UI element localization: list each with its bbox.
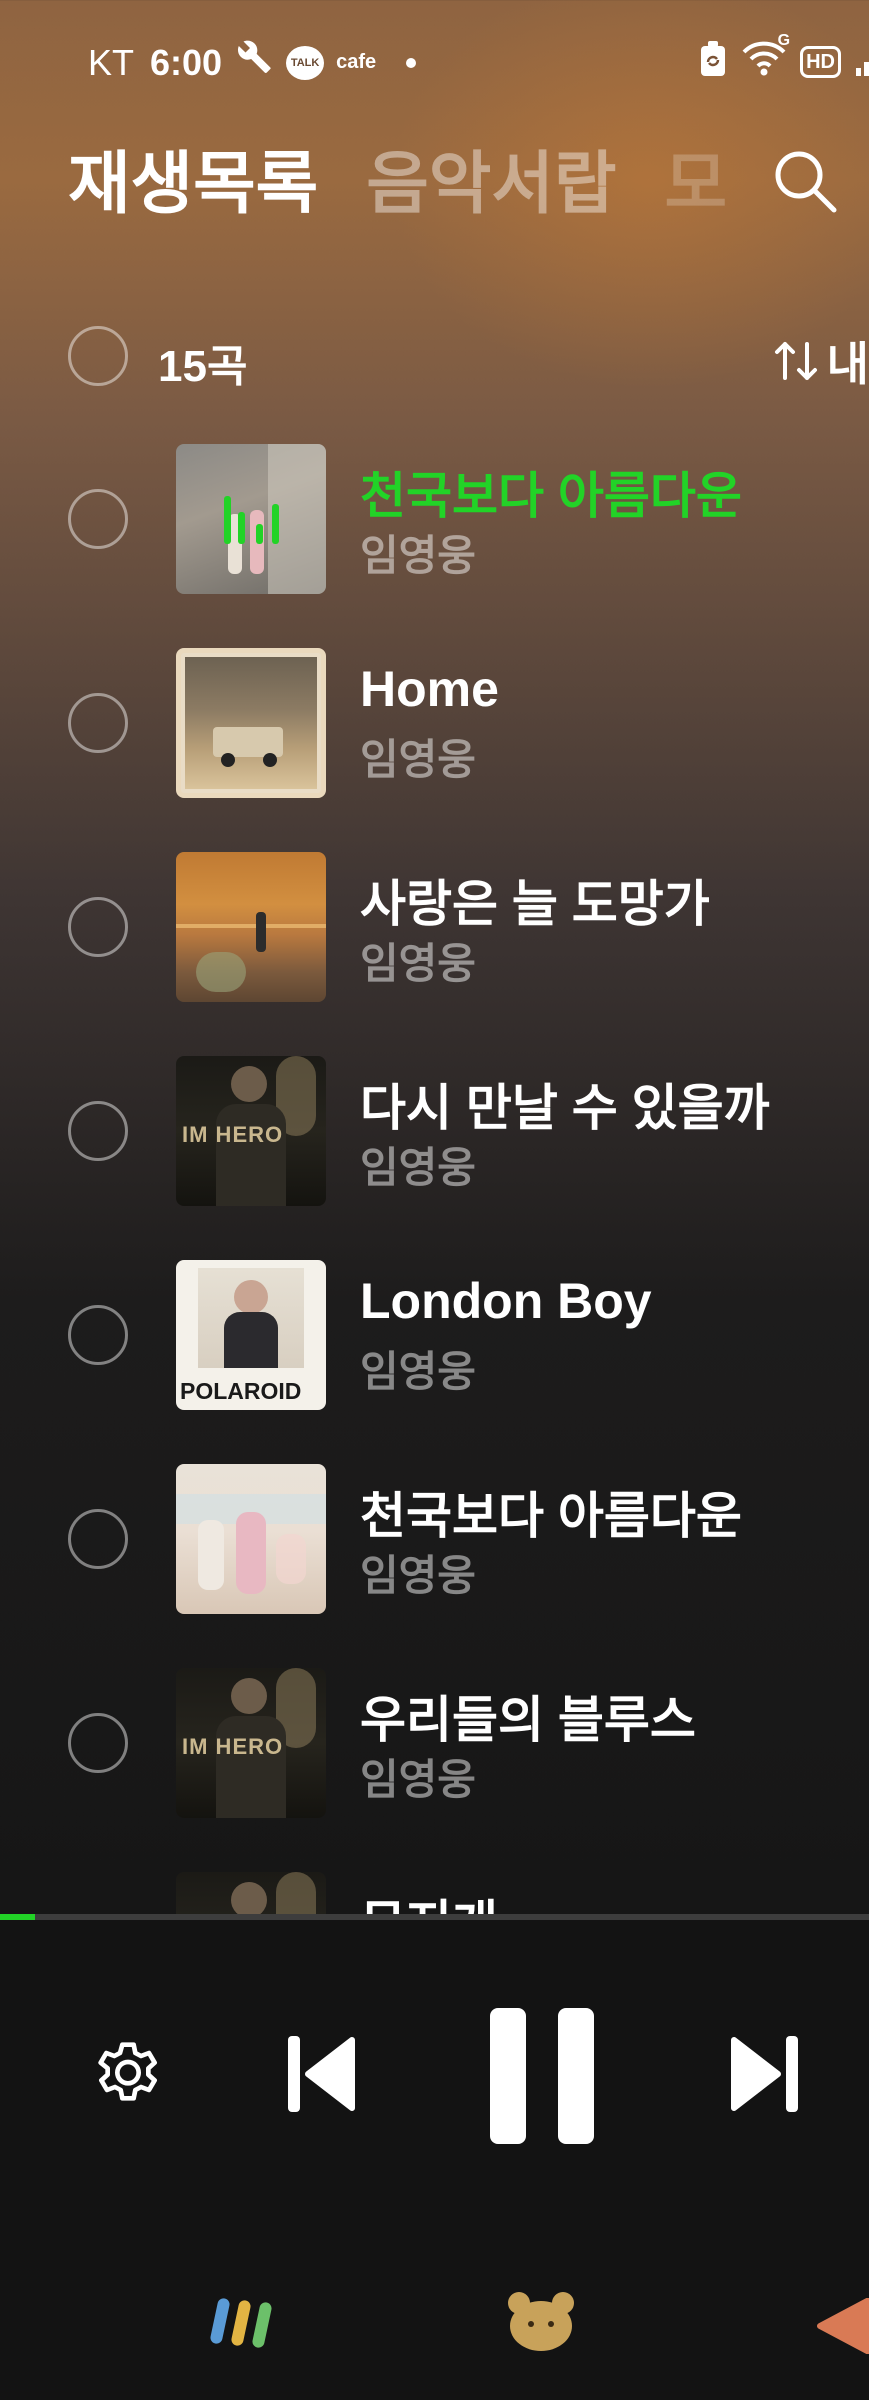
notification-dot-icon [406, 57, 417, 68]
hd-voice-badge: HD [800, 45, 841, 78]
song-artist: 임영웅 [360, 1348, 476, 1395]
song-list[interactable]: 천국보다 아름다운 임영웅 Home 임영웅 사랑은 늘 도망가 임영웅 IM … [0, 444, 869, 1916]
album-art: IM HERO [176, 1668, 326, 1818]
song-artist: 임영웅 [360, 736, 476, 783]
song-select-checkbox[interactable] [68, 1101, 128, 1161]
search-button[interactable] [770, 146, 840, 216]
gear-icon [98, 2042, 158, 2101]
song-count: 15곡 [158, 342, 248, 391]
album-art: IM HERO [176, 1056, 326, 1206]
song-title: 천국보다 아름다운 [360, 1488, 742, 1544]
sort-label: 내 [826, 338, 869, 390]
song-artist: 임영웅 [360, 1552, 476, 1599]
song-artist: 임영웅 [360, 940, 476, 987]
album-art-text: IM HERO [182, 1734, 284, 1759]
song-artist: 임영웅 [360, 532, 476, 579]
list-item[interactable]: IM HERO 다시 만날 수 있을까 임영웅 [0, 1056, 869, 1206]
song-title: 사랑은 늘 도망가 [360, 876, 710, 932]
album-art [176, 1872, 326, 1916]
song-select-checkbox[interactable] [68, 1713, 128, 1773]
kakaotalk-icon: TALK [286, 45, 325, 80]
wifi-icon: G [742, 32, 790, 83]
equalizer-icon [224, 496, 279, 544]
list-item[interactable]: 사랑은 늘 도망가 임영웅 [0, 852, 869, 1002]
pause-icon [490, 2008, 594, 2144]
song-title: 다시 만날 수 있을까 [360, 1080, 770, 1136]
song-title: 무지개 [360, 1884, 498, 1916]
tab-more[interactable]: 모 [665, 128, 728, 227]
cafe-label: cafe [336, 51, 377, 73]
nav-home-button[interactable] [506, 2290, 576, 2357]
select-all-checkbox[interactable] [68, 326, 128, 386]
list-item[interactable]: 천국보다 아름다운 임영웅 [0, 1464, 869, 1614]
clock: 6:00 [150, 41, 223, 83]
network-type-label: G [777, 32, 791, 49]
album-art [176, 1464, 326, 1614]
album-art [176, 444, 326, 594]
pause-button[interactable] [490, 2008, 594, 2149]
sort-button[interactable]: 내 [773, 328, 869, 394]
list-item[interactable]: IM HERO 우리들의 블루스 임영웅 [0, 1668, 869, 1818]
nav-music-button[interactable] [208, 2294, 274, 2355]
song-select-checkbox[interactable] [68, 693, 128, 753]
tab-music-drawer[interactable]: 음악서랍 [366, 128, 616, 227]
song-artist: 임영웅 [360, 1144, 476, 1191]
music-bars-icon [210, 2298, 272, 2348]
nav-more-button[interactable] [816, 2297, 869, 2359]
album-art: POLAROID [176, 1260, 326, 1410]
triangle-icon [817, 2297, 869, 2355]
bear-icon [508, 2292, 574, 2351]
player-controls [0, 1920, 869, 2400]
album-art-text: POLAROID [180, 1378, 302, 1404]
song-select-checkbox[interactable] [68, 489, 128, 549]
list-header: 15곡 내 [68, 322, 869, 391]
list-item[interactable]: 천국보다 아름다운 임영웅 [0, 444, 869, 594]
tab-playlist[interactable]: 재생목록 [68, 128, 318, 227]
skip-next-icon [731, 2036, 798, 2112]
song-select-checkbox[interactable] [68, 897, 128, 957]
album-art [176, 852, 326, 1002]
song-select-checkbox[interactable] [68, 1305, 128, 1365]
wrench-icon [234, 38, 274, 87]
sort-icon [774, 342, 817, 380]
list-item[interactable]: 무지개 [0, 1872, 869, 1916]
album-art [176, 648, 326, 798]
song-title: Home [360, 661, 499, 717]
settings-button[interactable] [88, 2036, 168, 2121]
signal-icon [855, 40, 869, 83]
skip-previous-icon [288, 2036, 355, 2112]
album-art-text: IM HERO [182, 1122, 284, 1147]
search-icon [775, 151, 837, 213]
tab-bar: 재생목록 음악서랍 모 [68, 128, 727, 227]
carrier-label: KT [88, 41, 135, 83]
song-title: London Boy [360, 1273, 652, 1329]
song-title: 천국보다 아름다운 [360, 468, 742, 524]
song-title: 우리들의 블루스 [360, 1692, 696, 1748]
previous-button[interactable] [286, 2032, 358, 2121]
list-item[interactable]: Home 임영웅 [0, 648, 869, 798]
next-button[interactable] [728, 2032, 800, 2121]
list-item[interactable]: POLAROID London Boy 임영웅 [0, 1260, 869, 1410]
song-artist: 임영웅 [360, 1756, 476, 1803]
song-select-checkbox[interactable] [68, 1509, 128, 1569]
battery-saver-icon [698, 40, 728, 83]
status-bar: KT 6:00 TALK cafe G HD [0, 0, 869, 120]
